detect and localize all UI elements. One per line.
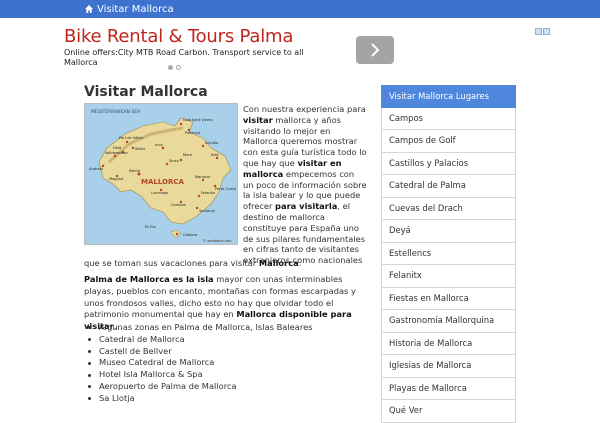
sidebar-item-visitar-mallorca-lugares[interactable]: Visitar Mallorca Lugares bbox=[381, 85, 516, 108]
intro-paragraph: Con nuestra experiencia para visitar mal… bbox=[243, 104, 367, 266]
ad-next-button[interactable] bbox=[356, 36, 394, 64]
home-icon bbox=[85, 5, 93, 13]
map-place-label: Valldemossa bbox=[105, 151, 128, 155]
sidebar-menu: Visitar Mallorca Lugares Campos Campos d… bbox=[381, 85, 516, 423]
sidebar-item-campos[interactable]: Campos bbox=[381, 107, 516, 130]
list-item: Sa Llotja bbox=[88, 393, 368, 405]
list-item-label: Algunas zonas en Palma de Mallorca, Isla… bbox=[99, 322, 313, 332]
intro-text: que se toman sus vacaciones para visitar bbox=[84, 258, 259, 268]
map-island-label: MALLORCA bbox=[141, 178, 185, 186]
sidebar-item-historia-de-mallorca[interactable]: Historia de Mallorca bbox=[381, 332, 516, 355]
map-place-label: Felanitx bbox=[201, 191, 216, 195]
list-item-label: Sa Llotja bbox=[99, 392, 135, 403]
map-place-label: Alcúdia bbox=[205, 141, 218, 145]
map-place-label: Deià bbox=[113, 146, 121, 150]
list-item-label: Castell de Bellver bbox=[99, 345, 172, 356]
sidebar-item-playas-de-mallorca[interactable]: Playas de Mallorca bbox=[381, 377, 516, 400]
list-item: Algunas zonas en Palma de Mallorca, Isla… bbox=[88, 322, 368, 334]
ad-dot-active[interactable] bbox=[168, 65, 173, 70]
sidebar-item-que-ver[interactable]: Qué Ver bbox=[381, 400, 516, 423]
map-place-label: Pollença bbox=[185, 131, 200, 135]
map-place-label: Llucmajor bbox=[151, 191, 169, 195]
ad-pagination bbox=[168, 65, 184, 70]
map-place-label: Artà bbox=[211, 153, 219, 157]
list-item: Museo Catedral de Mallorca bbox=[88, 357, 368, 369]
sidebar-item-catedral-de-palma[interactable]: Catedral de Palma bbox=[381, 175, 516, 198]
sidebar-item-campos-de-golf[interactable]: Campos de Golf bbox=[381, 130, 516, 153]
top-nav-bar: Visitar Mallorca bbox=[0, 0, 600, 18]
ad-dot[interactable] bbox=[176, 65, 181, 70]
intro-paragraph-tail: que se toman sus vacaciones para visitar… bbox=[84, 258, 368, 269]
sidebar-item-cuevas-del-drach[interactable]: Cuevas del Drach bbox=[381, 197, 516, 220]
map-place-label: Sineu bbox=[169, 159, 179, 163]
list-item: Hotel Isla Mallorca & Spa bbox=[88, 369, 368, 381]
map-place-label: Manacor bbox=[195, 175, 211, 179]
sidebar-item-fiestas-en-mallorca[interactable]: Fiestas en Mallorca bbox=[381, 287, 516, 310]
home-link-label: Visitar Mallorca bbox=[97, 3, 174, 15]
map-place-label: Es Pla bbox=[145, 225, 156, 229]
list-item-label: Catedral de Mallorca bbox=[99, 333, 185, 344]
main-content: Visitar Mallorca MEDITERRANEAN SEA MALLO… bbox=[84, 82, 368, 403]
map-place-label: Inca bbox=[155, 143, 163, 147]
map-place-label: Campos bbox=[171, 203, 186, 207]
intro-text: . bbox=[298, 258, 302, 268]
map-place-label: Cala Sant Vicenç bbox=[183, 118, 213, 122]
sidebar-item-gastronomia-mallorquina[interactable]: Gastronomía Mallorquina bbox=[381, 310, 516, 333]
map-place-label: Santanyí bbox=[199, 209, 216, 213]
map-place-label: Magaluf bbox=[109, 177, 124, 181]
map-watermark: © worldatlas.com bbox=[203, 239, 232, 243]
map-place-label: Porto Cristo bbox=[215, 187, 236, 191]
list-item: Catedral de Mallorca bbox=[88, 334, 368, 346]
home-link[interactable]: Visitar Mallorca bbox=[84, 2, 174, 16]
island-text-bold: Palma de Mallorca es la isla bbox=[84, 274, 214, 284]
map-place-label: Port de Sóller bbox=[119, 136, 144, 140]
page-title: Visitar Mallorca bbox=[84, 84, 208, 100]
sidebar-item-castillos-y-palacios[interactable]: Castillos y Palacios bbox=[381, 152, 516, 175]
sidebar-item-felanitx[interactable]: Felanitx bbox=[381, 265, 516, 288]
intro-text-bold: Mallorca bbox=[258, 258, 299, 268]
chevron-right-icon bbox=[371, 43, 380, 57]
map-sea-label: MEDITERRANEAN SEA bbox=[91, 109, 141, 115]
sidebar-item-estellencs[interactable]: Estellencs bbox=[381, 242, 516, 265]
intro-text-bold: visitar bbox=[243, 114, 273, 125]
sidebar-item-iglesias-de-mallorca[interactable]: Iglesias de Mallorca bbox=[381, 355, 516, 378]
intro-text-bold: para visitarla bbox=[275, 201, 338, 212]
adchoices-icon[interactable] bbox=[534, 28, 550, 35]
map-place-label: Muro bbox=[183, 153, 192, 157]
list-item: Aeropuerto de Palma de Mallorca bbox=[88, 381, 368, 393]
places-list: Algunas zonas en Palma de Mallorca, Isla… bbox=[88, 322, 368, 405]
mallorca-map-image: MEDITERRANEAN SEA MALLORCA Cala Sant Vic… bbox=[84, 103, 238, 245]
ad-text: Online offers:City MTB Road Carbon. Tran… bbox=[64, 48, 304, 67]
ad-title[interactable]: Bike Rental & Tours Palma bbox=[64, 26, 293, 47]
intro-text: Con nuestra experiencia para bbox=[243, 104, 366, 114]
list-item-label: Hotel Isla Mallorca & Spa bbox=[99, 369, 203, 380]
list-item-label: Museo Catedral de Mallorca bbox=[99, 357, 215, 368]
map-place-label: Palma bbox=[129, 169, 140, 173]
map-place-label: Sóller bbox=[135, 147, 146, 151]
ad-banner[interactable]: Bike Rental & Tours Palma Online offers:… bbox=[56, 18, 550, 78]
list-item-label: Aeropuerto de Palma de Mallorca bbox=[99, 380, 237, 391]
sidebar-item-deya[interactable]: Deyá bbox=[381, 220, 516, 243]
list-item: Castell de Bellver bbox=[88, 346, 368, 358]
map-place-label: Cabrera bbox=[183, 233, 197, 237]
map-place-label: Andratx bbox=[89, 167, 104, 171]
